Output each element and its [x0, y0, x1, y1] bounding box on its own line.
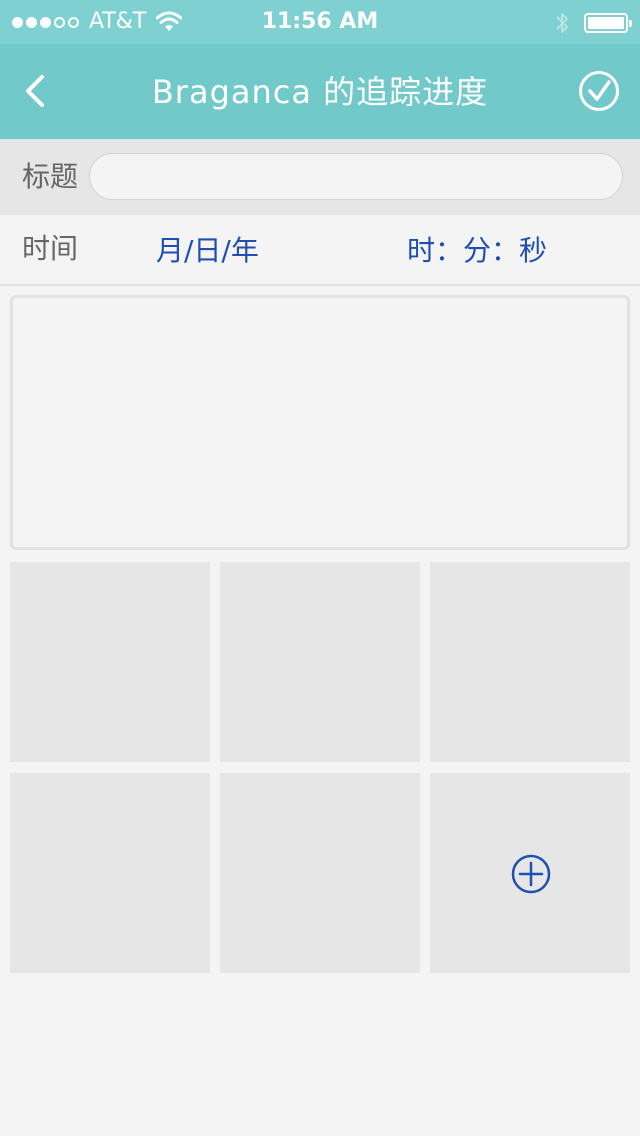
battery-level: [588, 17, 624, 29]
photo-slot-2[interactable]: [220, 562, 420, 762]
content-textarea[interactable]: [10, 295, 630, 550]
battery-icon: [584, 13, 632, 33]
title-row: 标题: [0, 139, 640, 215]
photo-slot-5[interactable]: [220, 773, 420, 973]
confirm-button[interactable]: [578, 70, 620, 112]
photo-slot-3[interactable]: [430, 562, 630, 762]
title-input[interactable]: [89, 153, 623, 200]
add-photo-button[interactable]: [430, 773, 630, 973]
date-picker[interactable]: 月/日/年: [156, 233, 259, 269]
time-label: 时间: [22, 232, 79, 265]
bluetooth-icon: [556, 13, 568, 33]
navigation-bar: Braganca 的追踪进度: [0, 44, 640, 139]
status-time: 11:56 AM: [261, 9, 379, 34]
photo-slot-1[interactable]: [10, 562, 210, 762]
title-label: 标题: [22, 160, 79, 193]
status-bar-right: [554, 10, 632, 36]
time-row: 时间 月/日/年 时：分：秒: [0, 215, 640, 286]
page-title: Braganca 的追踪进度: [151, 73, 489, 111]
plus-circle-icon: [511, 854, 551, 894]
status-bar: AT&T 11:56 AM: [0, 0, 640, 44]
photo-slot-4[interactable]: [10, 773, 210, 973]
time-picker[interactable]: 时：分：秒: [407, 233, 547, 269]
